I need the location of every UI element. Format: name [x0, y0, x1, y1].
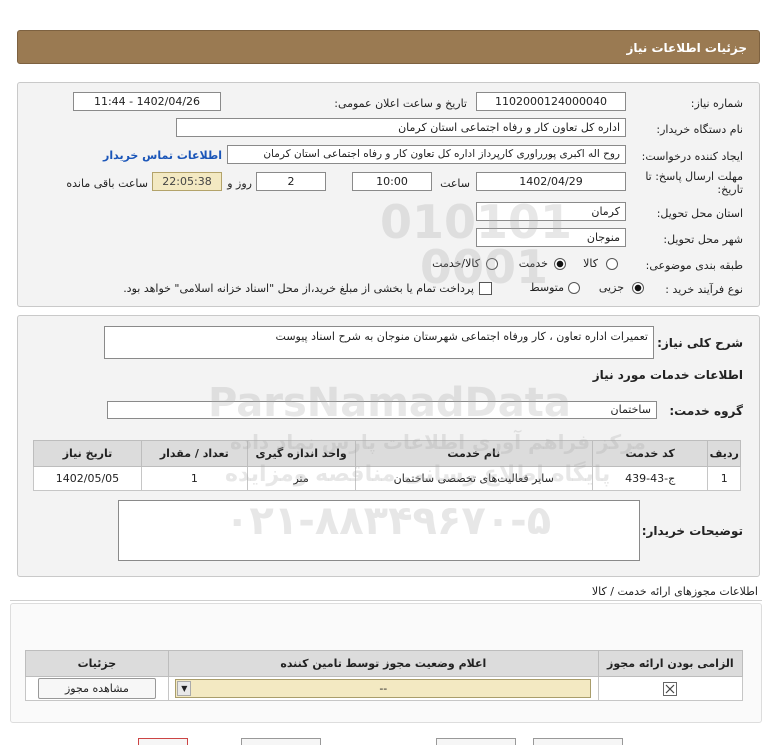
col-quantity: تعداد / مقدار: [140, 440, 248, 467]
bottom-button-3[interactable]: [436, 738, 516, 745]
category-label: طبقه بندی موضوعی:: [645, 259, 743, 272]
category-option-goods: کالا: [583, 257, 598, 270]
buyer-contact-link[interactable]: اطلاعات تماس خریدار: [103, 149, 222, 162]
services-table-header: ردیف کد خدمت نام خدمت واحد اندازه گیری ت…: [33, 440, 741, 467]
disabled-checkbox-icon: [663, 681, 678, 696]
permit-status-value: --: [379, 682, 388, 695]
page-header: جزئیات اطلاعات نیاز: [17, 30, 760, 64]
announce-datetime-label: تاریخ و ساعت اعلان عمومی:: [334, 97, 467, 110]
col-permit-details: جزئیات: [25, 650, 169, 677]
permit-status-select[interactable]: -- ▼: [175, 679, 592, 698]
process-radio-medium[interactable]: [568, 282, 580, 294]
city-label: شهر محل تحویل:: [663, 233, 743, 246]
creator-label: ایجاد کننده درخواست:: [641, 150, 743, 163]
province-label: استان محل تحویل:: [656, 207, 743, 220]
buyer-notes-label: توضیحات خریدار:: [641, 524, 743, 538]
deadline-label: مهلت ارسال پاسخ: تا: [645, 170, 743, 183]
announce-datetime-field: 1402/04/26 - 11:44: [73, 92, 221, 111]
category-option-goods-service: کالا/خدمت: [432, 257, 480, 270]
col-need-date: تاریخ نیاز: [33, 440, 142, 467]
process-label: نوع فرآیند خرید :: [665, 283, 743, 296]
view-permit-button[interactable]: مشاهده مجوز: [37, 678, 156, 699]
city-field: منوجان: [476, 228, 626, 247]
treasury-payment-note: پرداخت تمام یا بخشی از مبلغ خرید،از محل …: [123, 282, 474, 295]
service-group-label: گروه خدمت:: [669, 404, 743, 418]
services-table: ردیف کد خدمت نام خدمت واحد اندازه گیری ت…: [33, 440, 741, 491]
need-description-field: تعمیرات اداره تعاون ، کار ورفاه اجتماعی …: [104, 326, 654, 359]
buyer-org-field: اداره کل تعاون کار و رفاه اجتماعی استان …: [176, 118, 626, 137]
buyer-notes-field: [118, 500, 640, 561]
province-field: کرمان: [476, 202, 626, 221]
category-option-service: خدمت: [518, 257, 548, 270]
need-number-label: شماره نیاز:: [690, 97, 743, 110]
cell-permit-details: مشاهده مجوز: [25, 676, 169, 701]
permits-table-header: الزامی بودن ارائه مجوز اعلام وضعیت مجوز …: [25, 650, 744, 677]
category-radio-goods-service[interactable]: [486, 258, 498, 270]
table-row: 1 ج-43-439 سایر فعالیت‌های تخصصی ساختمان…: [33, 466, 741, 491]
category-radio-goods[interactable]: [606, 258, 618, 270]
cell-unit: متر: [246, 466, 356, 491]
cell-need-date: 1402/05/05: [33, 466, 142, 491]
cell-permit-status: -- ▼: [167, 676, 599, 701]
days-label: روز و: [227, 177, 252, 190]
chevron-down-icon: ▼: [177, 681, 192, 696]
category-radio-service[interactable]: [554, 258, 566, 270]
process-radio-minor[interactable]: [632, 282, 644, 294]
cell-permit-required: [597, 676, 744, 701]
cell-quantity: 1: [140, 466, 248, 491]
days-remaining-field: 2: [256, 172, 326, 191]
col-service-code: کد خدمت: [591, 440, 709, 467]
need-number-field: 1102000124000040: [476, 92, 626, 111]
bottom-button-2[interactable]: [241, 738, 321, 745]
remaining-time-label: ساعت باقی مانده: [66, 177, 148, 190]
deadline-time-label: ساعت: [440, 177, 470, 190]
col-row: ردیف: [707, 440, 741, 467]
cell-service-name: سایر فعالیت‌های تخصصی ساختمان: [354, 466, 593, 491]
service-group-field: ساختمان: [107, 401, 657, 419]
bottom-button-1[interactable]: [138, 738, 188, 745]
col-permit-required: الزامی بودن ارائه مجوز: [597, 650, 744, 677]
col-service-name: نام خدمت: [354, 440, 593, 467]
permits-section-title: اطلاعات مجوزهای ارائه خدمت / کالا: [591, 585, 758, 598]
col-unit: واحد اندازه گیری: [246, 440, 356, 467]
deadline-date-field: 1402/04/29: [476, 172, 626, 191]
process-option-minor: جزیی: [598, 281, 624, 294]
creator-field: روح اله اکبری پورراوری کارپرداز اداره کل…: [227, 145, 626, 164]
bottom-button-4[interactable]: [533, 738, 623, 745]
remaining-time-field: 22:05:38: [152, 172, 222, 191]
table-row: -- ▼ مشاهده مجوز: [25, 676, 744, 701]
deadline-time-field: 10:00: [352, 172, 432, 191]
cell-service-code: ج-43-439: [591, 466, 709, 491]
deadline-date-label: تاریخ:: [717, 183, 743, 196]
need-description-label: شرح کلی نیاز:: [657, 336, 743, 350]
buyer-org-label: نام دستگاه خریدار:: [656, 123, 743, 136]
cell-row: 1: [707, 466, 741, 491]
process-option-medium: متوسط: [529, 281, 564, 294]
permits-divider: [10, 600, 762, 601]
col-permit-status: اعلام وضعیت مجوز توسط تامین کننده: [167, 650, 599, 677]
permits-table: الزامی بودن ارائه مجوز اعلام وضعیت مجوز …: [25, 650, 744, 701]
page-title: جزئیات اطلاعات نیاز: [626, 41, 747, 55]
need-info-panel: [17, 82, 760, 307]
services-section-title: اطلاعات خدمات مورد نیاز: [592, 368, 743, 382]
treasury-payment-checkbox[interactable]: [479, 282, 492, 295]
